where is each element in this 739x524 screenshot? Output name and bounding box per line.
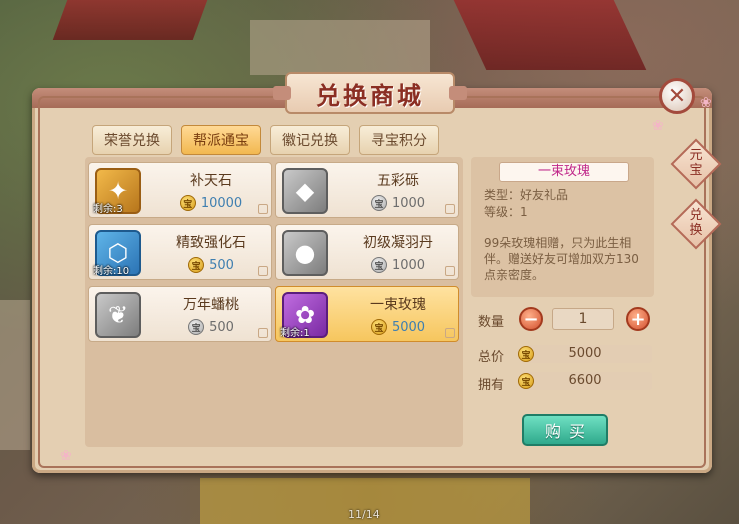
side-tag-label: 兑 换	[689, 208, 703, 238]
close-icon: ✕	[667, 83, 687, 109]
plus-icon: +	[630, 308, 646, 330]
corner-mark	[258, 204, 268, 214]
tab-emblem-exchange[interactable]: 徽记兑换	[270, 125, 350, 155]
coin-icon: 宝	[188, 257, 205, 273]
tab-label: 荣誉兑换	[104, 133, 160, 149]
tab-label: 寻宝积分	[371, 133, 427, 149]
item-name: 五彩砾	[377, 173, 419, 189]
shop-item[interactable]: ◆ 五彩砾 宝 1000	[275, 162, 459, 218]
close-button[interactable]: ✕	[659, 78, 695, 114]
peach-icon: ❦	[95, 292, 141, 338]
tab-treasure-points[interactable]: 寻宝积分	[359, 125, 439, 155]
coin-icon: 宝	[370, 257, 387, 273]
pill-icon: ●	[282, 230, 328, 276]
background-roof	[453, 0, 647, 70]
quantity-label: 数量	[478, 315, 505, 330]
item-name: 精致强化石	[176, 235, 246, 251]
coin-icon: 宝	[179, 195, 196, 211]
tab-label: 帮派通宝	[193, 133, 249, 149]
item-price: 宝 1000	[342, 257, 454, 273]
tab-honor-exchange[interactable]: 荣誉兑换	[92, 125, 172, 155]
coin-icon: 宝	[370, 195, 387, 211]
detail-level: 等级：1	[484, 205, 528, 219]
item-price: 宝 500	[155, 257, 267, 273]
coin-icon: 宝	[370, 319, 387, 335]
detail-description: 99朵玫瑰相赠，只为此生相伴。赠送好友可增加双方130点亲密度。	[484, 236, 639, 282]
blossom-decoration: ❀	[60, 448, 72, 464]
price-value: 500	[209, 257, 234, 273]
item-remaining: 剩余:10	[93, 266, 130, 277]
item-name: 初级凝羽丹	[363, 235, 433, 251]
corner-mark	[258, 328, 268, 338]
corner-mark	[445, 204, 455, 214]
side-tag-label: 元 宝	[689, 148, 703, 178]
item-name: 补天石	[190, 173, 232, 189]
price-value: 5000	[391, 319, 426, 335]
quantity-input[interactable]: 1	[552, 308, 614, 330]
shop-item[interactable]: ⬡ 剩余:10 精致强化石 宝 500	[88, 224, 272, 280]
coin-icon: 宝	[518, 373, 534, 389]
coin-icon: 宝	[518, 346, 534, 362]
item-price: 宝 10000	[155, 195, 267, 211]
title-plaque: 兑换商城	[273, 72, 467, 114]
background-wall	[0, 300, 30, 450]
item-price: 宝 5000	[342, 319, 454, 335]
page-title: 兑换商城	[316, 80, 424, 110]
item-remaining: 剩余:1	[280, 328, 310, 339]
item-name: 万年蟠桃	[183, 297, 239, 313]
tab-bar: 荣誉兑换 帮派通宝 徽记兑换 寻宝积分	[92, 125, 439, 155]
corner-mark	[445, 266, 455, 276]
tab-guild-treasure[interactable]: 帮派通宝	[181, 125, 261, 155]
minus-icon: −	[523, 308, 539, 330]
item-price: 宝 1000	[342, 195, 454, 211]
blossom-decoration: ❀	[700, 95, 712, 111]
item-name: 一束玫瑰	[370, 297, 426, 313]
item-price: 宝 500	[155, 319, 267, 335]
price-value: 1000	[391, 257, 426, 273]
corner-mark	[445, 328, 455, 338]
total-price-label: 总价	[478, 350, 505, 365]
price-value: 1000	[391, 195, 426, 211]
background-wall	[250, 20, 430, 75]
blossom-decoration: ❀	[652, 118, 664, 134]
detail-type: 类型：好友礼品	[484, 188, 569, 202]
buy-button[interactable]: 购买	[522, 414, 608, 446]
corner-mark	[258, 266, 268, 276]
shop-item[interactable]: ✦ 剩余:3 补天石 宝 10000	[88, 162, 272, 218]
quantity-plus-button[interactable]: +	[626, 307, 650, 331]
price-value: 10000	[200, 195, 243, 211]
total-price-value: 5000	[568, 346, 602, 361]
owned-label: 拥有	[478, 378, 505, 393]
owned-value: 6600	[568, 373, 602, 388]
page-indicator: 11/14	[348, 508, 380, 521]
price-value: 500	[209, 319, 234, 335]
detail-title: 一束玫瑰	[499, 162, 629, 182]
stone-icon: ◆	[282, 168, 328, 214]
tab-label: 徽记兑换	[282, 133, 338, 149]
shop-item[interactable]: ❦ 万年蟠桃 宝 500	[88, 286, 272, 342]
quantity-minus-button[interactable]: −	[519, 307, 543, 331]
coin-icon: 宝	[188, 319, 205, 335]
shop-item[interactable]: ● 初级凝羽丹 宝 1000	[275, 224, 459, 280]
background-roof	[52, 0, 208, 40]
item-remaining: 剩余:3	[93, 204, 123, 215]
shop-item-selected[interactable]: ✿ 剩余:1 一束玫瑰 宝 5000	[275, 286, 459, 342]
